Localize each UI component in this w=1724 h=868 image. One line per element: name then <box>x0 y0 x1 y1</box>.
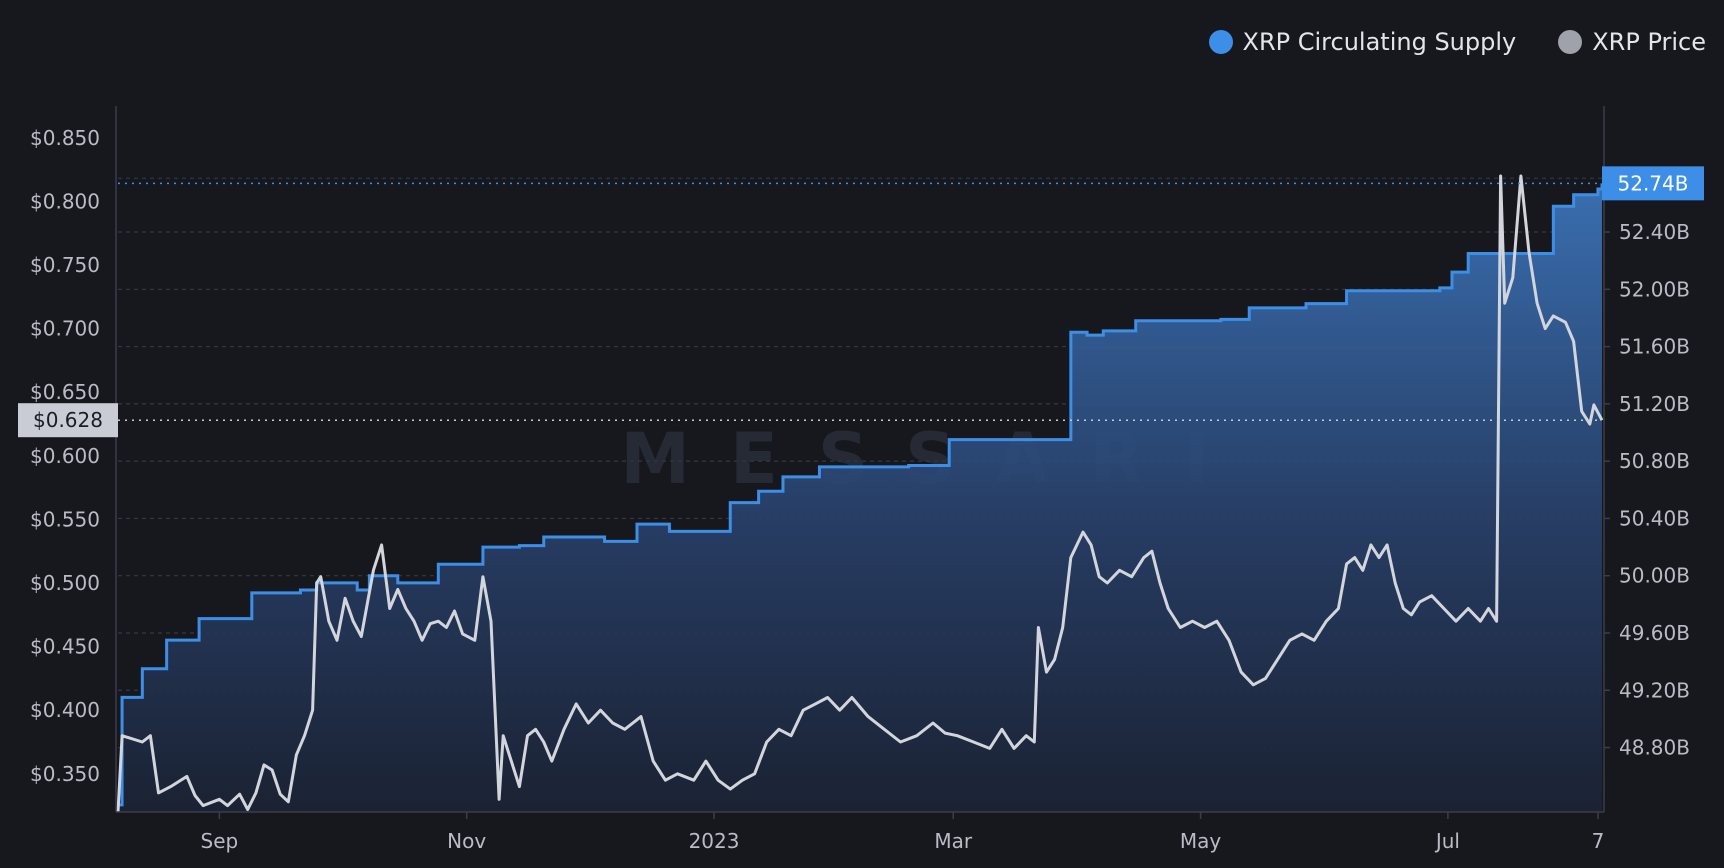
left-tick-label: $0.350 <box>30 762 100 786</box>
x-tick-label: Sep <box>201 829 239 853</box>
x-tick-label: 7 <box>1592 829 1605 853</box>
x-tick-label: Nov <box>447 829 486 853</box>
right-tick-label: 48.80B <box>1619 736 1690 760</box>
left-tick-label: $0.450 <box>30 635 100 659</box>
chart-canvas[interactable]: MESSARI $0.350$0.400$0.450$0.500$0.550$0… <box>0 0 1724 868</box>
right-tick-label: 49.60B <box>1619 621 1690 645</box>
right-tick-label: 49.20B <box>1619 678 1690 702</box>
x-tick-label: Jul <box>1434 829 1460 853</box>
x-tick-label: May <box>1180 829 1222 853</box>
left-tick-label: $0.600 <box>30 444 100 468</box>
right-axis-ticks: 48.80B 49.20B 49.60B 50.00B 50.40B 50.80B 51.2… <box>1604 220 1690 760</box>
right-tick-label: 51.20B <box>1619 392 1690 416</box>
right-tick-label: 50.00B <box>1619 564 1690 588</box>
right-tick-label: 52.40B <box>1619 220 1690 244</box>
x-tick-label: Mar <box>934 829 973 853</box>
price-badge-label: $0.628 <box>33 408 103 432</box>
right-tick-label: 50.80B <box>1619 449 1690 473</box>
left-tick-label: $0.650 <box>30 380 100 404</box>
right-tick-label: 51.60B <box>1619 335 1690 359</box>
left-axis-ticks: $0.350 $0.400 $0.450 $0.500 $0.550 $0.600 $0.6… <box>30 126 100 786</box>
x-axis-ticks: Sep Nov 2023 Mar May Jul 7 <box>201 812 1605 853</box>
x-tick-label: 2023 <box>689 829 740 853</box>
left-tick-label: $0.750 <box>30 253 100 277</box>
left-tick-label: $0.400 <box>30 698 100 722</box>
right-tick-label: 50.40B <box>1619 506 1690 530</box>
left-tick-label: $0.500 <box>30 571 100 595</box>
supply-area <box>118 183 1602 812</box>
left-tick-label: $0.800 <box>30 189 100 213</box>
left-tick-label: $0.700 <box>30 317 100 341</box>
left-tick-label: $0.850 <box>30 126 100 150</box>
supply-badge-label: 52.74B <box>1618 171 1689 195</box>
left-tick-label: $0.550 <box>30 507 100 531</box>
right-tick-label: 52.00B <box>1619 277 1690 301</box>
